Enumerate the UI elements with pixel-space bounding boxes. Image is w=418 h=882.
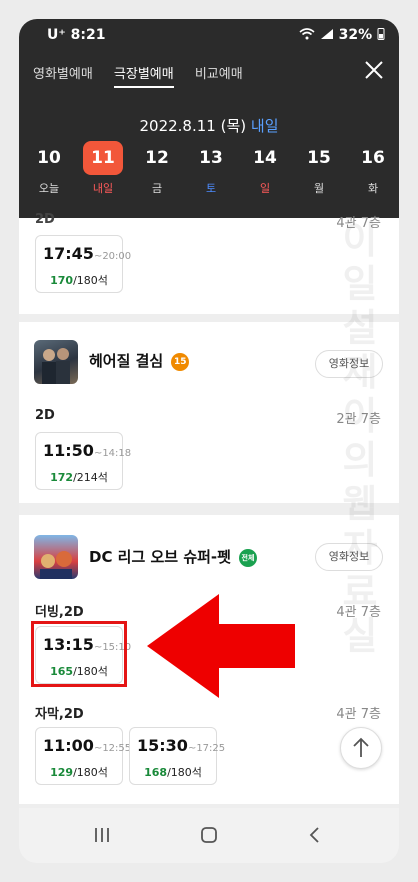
signal-icon [320,29,333,39]
watermark-char: 설 [342,306,378,350]
screen-type: 2D [35,408,55,423]
weekday-label: 화 [367,182,379,195]
date-selector: 10 오늘 11 내일 12 금 13 토 14 일 15 월 16 화 [29,141,389,201]
date-item-11[interactable]: 11 내일 [83,141,123,196]
date-number: 11 [83,141,123,175]
movie-title: 헤어질 결심 15 [89,350,190,371]
wifi-icon [299,28,315,40]
tab-movie-booking[interactable]: 영화별예매 [33,63,93,86]
available-seats: 168 [144,766,168,779]
relative-date: 내일 [250,117,279,135]
movie-title: DC 리그 오브 슈퍼-펫 전체 [89,546,257,567]
available-seats: 172 [50,471,74,484]
android-nav-bar [19,808,399,863]
scroll-to-top-button[interactable] [340,727,382,769]
start-time: 11:00 [43,736,94,755]
weekday-label: 토 [205,182,217,195]
movie-poster[interactable] [34,535,78,579]
date-item-13[interactable]: 13 토 [191,141,231,196]
tab-compare-booking[interactable]: 비교예매 [195,63,243,86]
end-time: ~12:55 [93,743,132,754]
phone-screen: U⁺ 8:21 32% 영화별예매 극장별예매 비교예매 2022.8.11 (… [19,19,399,863]
date-number: 13 [199,148,223,168]
date-number: 14 [253,148,277,168]
selected-date: 2022.8.11 (목) [139,117,247,135]
weekday-label: 금 [151,182,163,195]
date-item-12[interactable]: 12 금 [137,141,177,196]
total-seats: /214석 [73,471,108,484]
red-arrow-icon [147,594,295,698]
date-number: 16 [361,148,385,168]
top-header: U⁺ 8:21 32% 영화별예매 극장별예매 비교예매 2022.8.11 (… [19,19,399,218]
screen-type: 더빙,2D [35,605,84,620]
date-item-14[interactable]: 14 일 [245,141,285,196]
start-time: 17:45 [43,244,94,263]
age-rating-badge: 15 [171,353,190,371]
weekday-label: 월 [313,182,325,195]
watermark-char: 료 [342,570,378,614]
recent-apps-icon[interactable] [87,822,117,848]
available-seats: 170 [50,274,74,287]
arrow-up-icon [353,737,369,757]
battery-icon [377,28,385,40]
tab-theater-booking[interactable]: 극장별예매 [113,63,174,88]
watermark-char: 웹 [342,482,378,526]
end-time: ~20:00 [93,251,132,262]
screen-type: 2D [35,212,55,227]
available-seats: 129 [50,766,74,779]
date-item-10[interactable]: 10 오늘 [29,141,69,196]
date-number: 15 [307,148,331,168]
weekday-label: 내일 [92,182,114,195]
watermark-char: 자 [342,526,378,570]
showtime-slot[interactable]: 15:30~17:25 168/180석 [129,727,225,785]
watermark-char: 이 [342,394,378,438]
showtime-slot[interactable]: 17:45~20:00 170/180석 [35,235,131,293]
watermark-char: 재 [342,350,378,394]
showtime-list[interactable]: 2D 4관 7층 17:45~20:00 170/180석 헤어질 결심 15 영… [19,212,399,808]
status-bar: U⁺ 8:21 32% [19,19,399,53]
status-time: U⁺ 8:21 [47,27,106,43]
date-item-16[interactable]: 16 화 [353,141,393,196]
back-icon[interactable] [300,822,330,848]
age-rating-badge: 전체 [238,549,257,567]
watermark-char: 이 [342,218,378,262]
date-number: 10 [37,148,61,168]
start-time: 15:30 [137,736,188,755]
movie-title-text: DC 리그 오브 슈퍼-펫 [89,548,231,566]
start-time: 11:50 [43,441,94,460]
hall-info: 4관 7층 [336,707,381,722]
showtime-slot[interactable]: 11:50~14:18 172/214석 [35,432,131,490]
watermark-char: 실 [342,614,378,658]
weekday-label: 오늘 [38,182,60,195]
watermark: 이 일 설 재 이 의 웹 자 료 실 [337,218,383,658]
close-icon[interactable] [363,59,385,81]
booking-tabs: 영화별예매 극장별예매 비교예매 [33,63,259,89]
showtime-slot[interactable]: 11:00~12:55 129/180석 [35,727,131,785]
poster-art-icon [40,551,72,579]
battery-percent: 32% [338,27,373,43]
selected-date-header: 2022.8.11 (목) 내일 [19,115,399,136]
total-seats: /180석 [73,766,108,779]
watermark-char: 일 [342,262,378,306]
poster-art-icon [42,348,70,384]
end-time: ~17:25 [187,743,226,754]
screen-type: 자막,2D [35,707,84,722]
total-seats: /180석 [167,766,202,779]
movie-poster[interactable] [34,340,78,384]
battery-indicator: 32% [299,27,385,43]
movie-title-text: 헤어질 결심 [89,352,164,370]
total-seats: /180석 [73,274,108,287]
highlight-box [31,621,127,687]
end-time: ~14:18 [93,448,132,459]
date-number: 12 [145,148,169,168]
watermark-char: 의 [342,438,378,482]
date-item-15[interactable]: 15 월 [299,141,339,196]
weekday-label: 일 [259,182,271,195]
home-icon[interactable] [194,822,224,848]
